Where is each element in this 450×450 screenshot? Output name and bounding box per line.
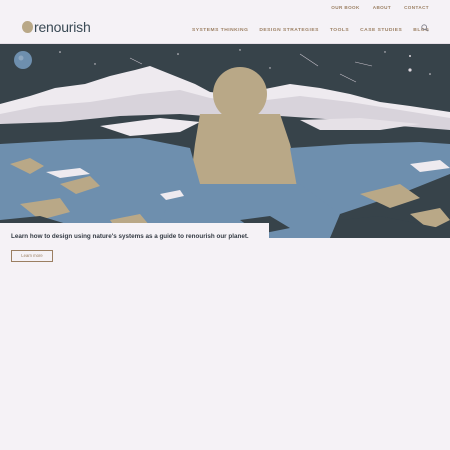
main-nav: SYSTEMS THINKING DESIGN STRATEGIES TOOLS… — [192, 28, 429, 33]
logo-mark-icon — [22, 21, 33, 33]
site-header: OUR BOOK ABOUT CONTACT renourish SYSTEMS… — [0, 0, 450, 44]
logo-text: renourish — [34, 19, 91, 35]
page: OUR BOOK ABOUT CONTACT renourish SYSTEMS… — [0, 0, 450, 450]
nav-tools[interactable]: TOOLS — [330, 28, 349, 33]
hero-tagline: Learn how to design using nature's syste… — [11, 233, 249, 240]
nav-systems-thinking[interactable]: SYSTEMS THINKING — [192, 28, 248, 33]
nav-about[interactable]: ABOUT — [373, 5, 391, 10]
site-logo[interactable]: renourish — [22, 20, 91, 34]
hero-image — [0, 44, 450, 238]
learn-more-button[interactable]: Learn more — [11, 250, 53, 262]
nav-our-book[interactable]: OUR BOOK — [331, 5, 359, 10]
utility-nav: OUR BOOK ABOUT CONTACT — [331, 5, 429, 10]
hero-caption: Learn how to design using nature's syste… — [0, 223, 269, 250]
nav-contact[interactable]: CONTACT — [404, 5, 429, 10]
nav-design-strategies[interactable]: DESIGN STRATEGIES — [259, 28, 319, 33]
nav-case-studies[interactable]: CASE STUDIES — [360, 28, 402, 33]
search-icon[interactable] — [421, 24, 429, 32]
hero-landscape-illustration — [0, 44, 450, 238]
